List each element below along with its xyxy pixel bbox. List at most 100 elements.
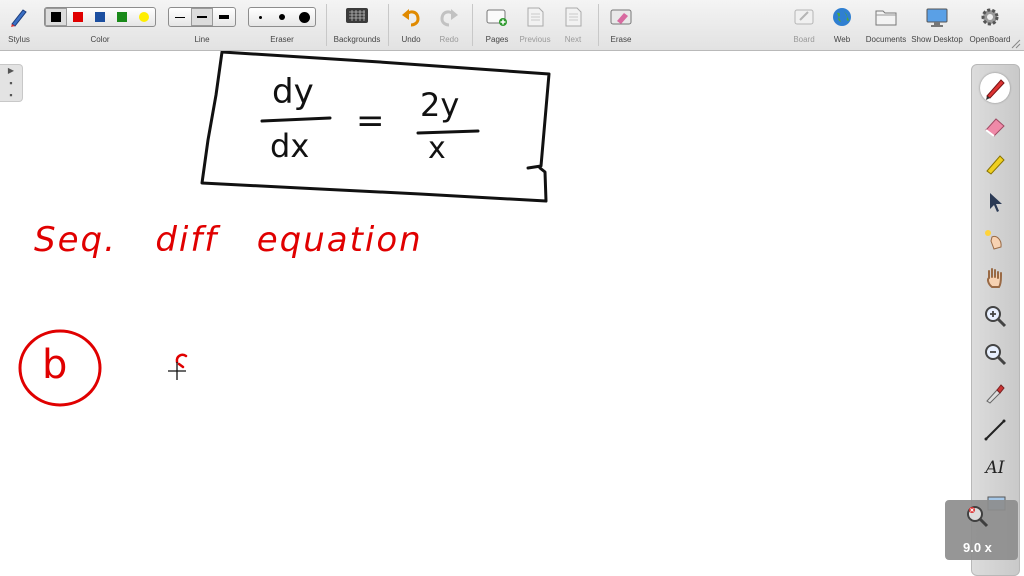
line-width-selector — [168, 7, 236, 27]
show-desktop-label: Show Desktop — [911, 35, 963, 44]
pages-button[interactable]: Pages — [480, 0, 514, 50]
board-icon — [794, 9, 814, 25]
stylus-label: Stylus — [8, 35, 30, 44]
zoom-in-button[interactable] — [980, 301, 1010, 331]
erase-button[interactable]: Erase — [604, 0, 638, 50]
web-label: Web — [833, 35, 851, 44]
erase-label: Erase — [610, 35, 632, 44]
globe-icon — [833, 8, 851, 26]
pages-label: Pages — [485, 35, 509, 44]
previous-button[interactable]: Previous — [518, 0, 552, 50]
line-medium[interactable] — [191, 8, 213, 26]
redo-label: Redo — [439, 35, 459, 44]
documents-button[interactable]: Documents — [864, 0, 908, 50]
line-icon — [984, 419, 1006, 441]
page-panel-toggle[interactable]: ▶ ▪ ▪ — [0, 64, 23, 102]
web-button[interactable]: Web — [826, 0, 858, 50]
documents-label: Documents — [865, 35, 907, 44]
previous-label: Previous — [519, 35, 551, 44]
color-picker-icon — [986, 384, 1005, 404]
color-selector — [44, 7, 156, 27]
stylus-button[interactable]: Stylus — [2, 0, 36, 50]
color-swatch-yellow[interactable] — [133, 8, 155, 26]
board-button[interactable]: Board — [788, 0, 820, 50]
whiteboard-canvas[interactable]: dy dx = 2y x Seq. diff equation b — [0, 51, 1024, 576]
arrow-right-icon: ▶ — [7, 66, 15, 75]
formula-2y: 2y — [420, 86, 459, 124]
text-tool-button[interactable]: AI — [980, 453, 1010, 483]
page-panel-handle: ▪ ▪ — [9, 78, 13, 100]
resize-grip-icon[interactable] — [1010, 38, 1022, 50]
toolbar-divider — [472, 4, 473, 46]
show-desktop-button[interactable]: Show Desktop — [910, 0, 964, 50]
redo-icon — [440, 9, 458, 27]
backgrounds-button[interactable]: Backgrounds — [334, 0, 380, 50]
crosshair-cursor — [168, 362, 186, 380]
next-button[interactable]: Next — [556, 0, 590, 50]
highlighter-icon — [986, 155, 1005, 175]
toolbar-divider — [598, 4, 599, 46]
stylus-icon — [11, 9, 27, 27]
circled-b-label: b — [42, 342, 67, 388]
eraser-icon — [985, 118, 1005, 137]
backgrounds-icon — [346, 8, 368, 23]
line-label: Line — [194, 35, 210, 44]
zoom-level-label: 9.0 x — [963, 540, 992, 555]
hand-icon — [987, 268, 1002, 288]
eraser-size-selector — [248, 7, 316, 27]
zoom-out-button[interactable] — [980, 339, 1010, 369]
handwritten-note: Seq. diff equation — [34, 220, 423, 260]
formula-x: x — [428, 131, 446, 166]
eraser-large[interactable] — [293, 8, 315, 26]
pen-tool-button[interactable] — [980, 73, 1010, 103]
eraser-small[interactable] — [249, 8, 271, 26]
undo-label: Undo — [401, 35, 421, 44]
undo-icon — [402, 9, 420, 27]
fraction-bar-left — [260, 116, 332, 123]
formula-dy: dy — [272, 72, 314, 112]
pointer-icon — [990, 193, 1002, 212]
color-swatch-blue[interactable] — [89, 8, 111, 26]
line-tool-button[interactable] — [980, 415, 1010, 445]
main-toolbar: Stylus Color Line Eraser Backgrounds Und… — [0, 0, 1024, 51]
color-label: Color — [90, 35, 110, 44]
zoom-out-icon — [985, 344, 1007, 366]
toolbar-divider — [388, 4, 389, 46]
toolbar-divider — [326, 4, 327, 46]
eraser-label: Eraser — [270, 35, 294, 44]
line-thin[interactable] — [169, 8, 191, 26]
board-label: Board — [793, 35, 815, 44]
highlighter-tool-button[interactable] — [980, 149, 1010, 179]
color-picker-button[interactable] — [980, 377, 1010, 407]
undo-button[interactable]: Undo — [396, 0, 426, 50]
color-swatch-red[interactable] — [67, 8, 89, 26]
gear-icon — [981, 8, 999, 26]
formula-equals: = — [356, 101, 385, 141]
hand-tool-button[interactable] — [980, 263, 1010, 293]
line-group: Line — [168, 0, 236, 50]
backgrounds-label: Backgrounds — [333, 35, 381, 44]
add-page-icon — [486, 9, 507, 26]
eraser-tool-button[interactable] — [980, 111, 1010, 141]
color-swatch-black[interactable] — [45, 8, 67, 26]
laser-icon — [985, 230, 1002, 250]
redo-button[interactable]: Redo — [434, 0, 464, 50]
openboard-button[interactable]: OpenBoard — [968, 0, 1012, 50]
color-swatch-green[interactable] — [111, 8, 133, 26]
line-thick[interactable] — [213, 8, 235, 26]
red-ink-mark — [175, 353, 188, 369]
openboard-label: OpenBoard — [969, 35, 1011, 44]
next-page-icon — [565, 7, 582, 27]
formula-dx: dx — [270, 127, 309, 165]
ink-layer: dy dx = 2y x Seq. diff equation b — [18, 51, 551, 407]
text-icon: AI — [985, 458, 1005, 478]
previous-page-icon — [527, 7, 544, 27]
color-group: Color — [44, 0, 156, 50]
folder-icon — [875, 10, 897, 26]
monitor-icon — [926, 8, 948, 27]
next-label: Next — [564, 35, 582, 44]
select-tool-button[interactable] — [980, 187, 1010, 217]
eraser-medium[interactable] — [271, 8, 293, 26]
laser-pointer-button[interactable] — [980, 225, 1010, 255]
erase-board-icon — [610, 9, 632, 25]
